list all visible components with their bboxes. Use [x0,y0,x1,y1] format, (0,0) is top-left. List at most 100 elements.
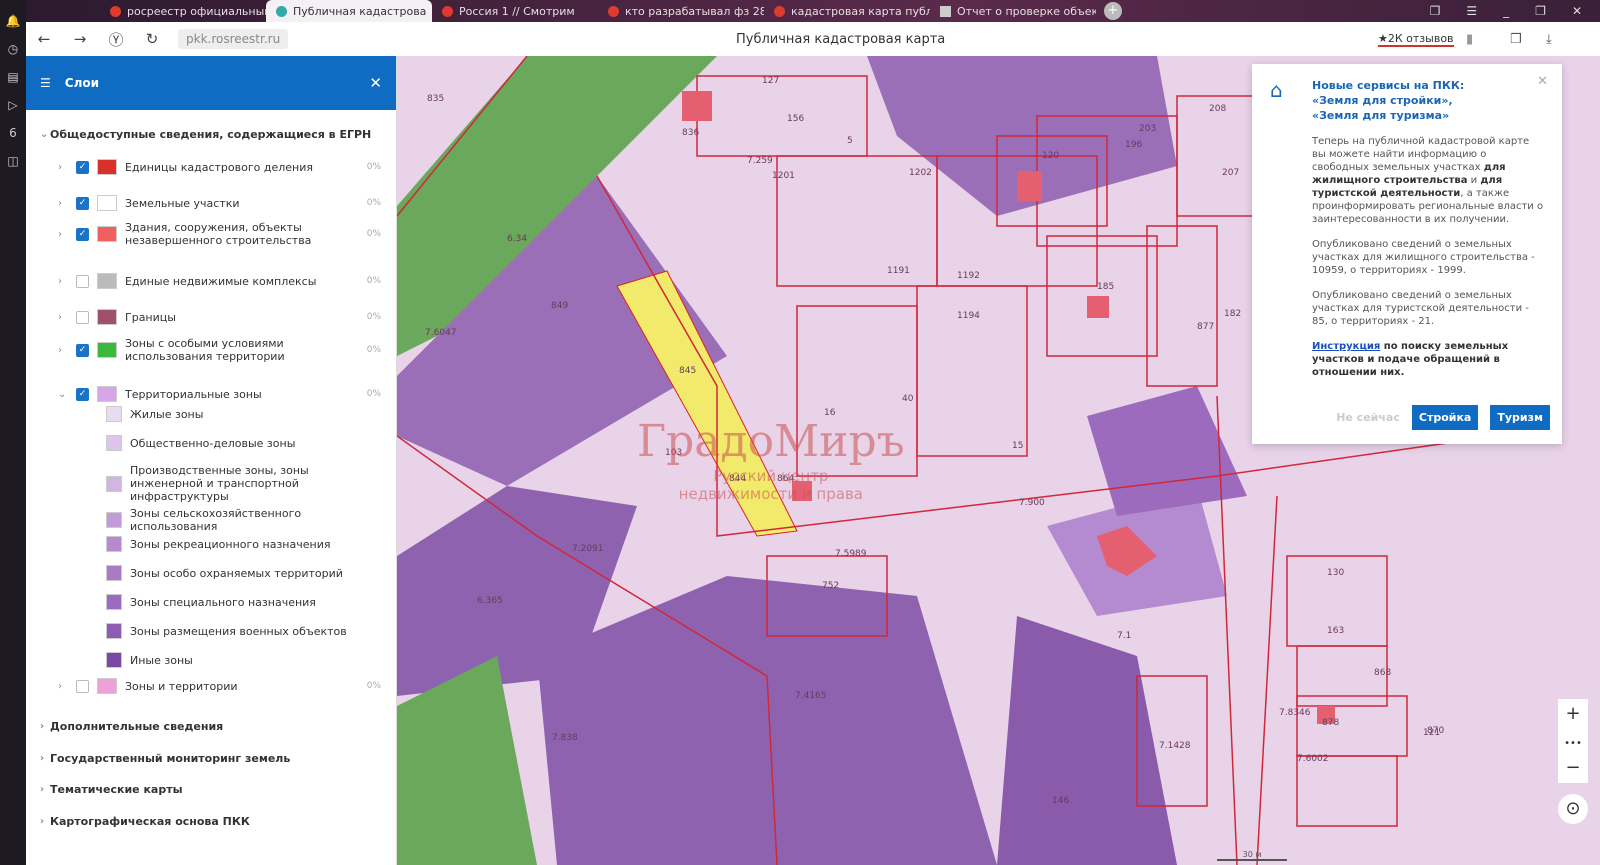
instruction-link[interactable]: Инструкция [1312,341,1380,352]
reload-icon[interactable]: ↻ [134,30,170,48]
checkbox[interactable]: ✓ [76,387,89,401]
compass-icon[interactable]: ⊙ [1558,794,1588,824]
yandex-button-icon[interactable]: Ⓨ [98,29,134,50]
parcel-number[interactable]: 7.5989 [835,549,867,559]
parcel-number[interactable]: 203 [1139,124,1156,134]
back-icon[interactable]: ← [26,30,62,48]
opacity-value[interactable]: 0% [367,345,381,355]
checkbox[interactable] [76,679,89,693]
close-icon[interactable]: ✕ [1537,74,1548,89]
history-icon[interactable]: ◷ [0,42,26,56]
close-window-icon[interactable]: ✕ [1572,4,1582,18]
layer-item[interactable]: › ✓ Земельные участки 0% [26,189,396,217]
tab-active[interactable]: Публичная кадастрова✕ [266,0,432,22]
parcel-number[interactable]: 7.6002 [1297,754,1329,764]
parcel-number[interactable]: 7.838 [552,733,578,743]
opacity-value[interactable]: 0% [367,312,381,322]
checkbox[interactable]: ✓ [76,160,89,174]
download-icon[interactable]: ⤓ [1546,32,1552,47]
parcel-number[interactable]: 1192 [957,271,980,281]
section-egrn[interactable]: ⌄ Общедоступные сведения, содержащиеся в … [26,128,396,141]
bookmark-icon[interactable]: ▮ [1466,32,1473,47]
parcel-number[interactable]: 835 [427,94,444,104]
opacity-value[interactable]: 0% [367,198,381,208]
parcel-number[interactable]: 7.6047 [425,328,457,338]
layer-item[interactable]: › ✓ Зоны с особыми условиями использования… [26,336,396,364]
not-now-button[interactable]: Не сейчас [1336,411,1400,424]
layer-item[interactable]: › ✓ Единицы кадастрового деления 0% [26,153,396,181]
downloads-panel-icon[interactable]: ❒ [1510,32,1522,47]
checkbox[interactable]: ✓ [76,196,89,210]
reviews-link[interactable]: ★2К отзывов [1378,32,1454,47]
parcel-number[interactable]: 130 [1327,568,1344,578]
parcel-number[interactable]: 15 [1012,441,1023,451]
parcel-number[interactable]: 1202 [909,168,932,178]
camera-icon[interactable]: ◫ [0,154,26,168]
section-item[interactable]: › Государственный мониторинг земель [26,752,396,765]
layer-item[interactable]: › ✓ Здания, сооружения, объекты незавершен… [26,220,396,248]
parcel-number[interactable]: 182 [1224,309,1241,319]
parcel-number[interactable]: 5 [847,136,853,146]
parcel-number[interactable]: 146 [1052,796,1069,806]
zoom-in-button[interactable]: + [1558,699,1588,729]
opacity-value[interactable]: 0% [367,229,381,239]
parcel-number[interactable]: 121 [1423,728,1440,738]
parcel-number[interactable]: 752 [822,581,839,591]
parcel-number[interactable]: 1191 [887,266,910,276]
parcel-number[interactable]: 1201 [772,171,795,181]
menu-icon[interactable]: ☰ [1466,4,1477,18]
parcel-number[interactable]: 120 [1042,151,1059,161]
opacity-value[interactable]: 0% [367,162,381,172]
parcel-number[interactable]: 208 [1209,104,1226,114]
parcel-number[interactable]: 127 [762,76,779,86]
section-item[interactable]: › Тематические карты [26,783,396,796]
parcel-number[interactable]: 6.365 [477,596,503,606]
opacity-value[interactable]: 0% [367,389,381,399]
forward-icon[interactable]: → [62,30,98,48]
zoom-out-button[interactable]: − [1558,753,1588,783]
opacity-value[interactable]: 0% [367,276,381,286]
tab[interactable]: кто разрабатывал фз 283 [598,0,764,22]
parcel-number[interactable]: 877 [1197,322,1214,332]
url-field[interactable]: pkk.rosreestr.ru [178,29,289,49]
tab[interactable]: Отчет о проверке объект [930,0,1096,22]
parcel-number[interactable]: 845 [679,366,696,376]
parcel-number[interactable]: 6.34 [507,234,527,244]
collections-icon[interactable]: ❐ [1430,4,1441,18]
layer-zones-territories[interactable]: › Зоны и территории 0% [26,678,396,694]
tab[interactable]: кадастровая карта публи [764,0,930,22]
parcel-number[interactable]: 156 [787,114,804,124]
minimize-icon[interactable]: _ [1503,4,1509,18]
layer-item[interactable]: › Единые недвижимые комплексы 0% [26,267,396,295]
layer-item[interactable]: ⌄ ✓ Территориальные зоны 0% [26,380,396,408]
parcel-number[interactable]: 207 [1222,168,1239,178]
menu-icon[interactable]: ☰ [40,76,51,90]
parcel-number[interactable]: 7.4165 [795,691,827,701]
tourism-button[interactable]: Туризм [1490,405,1550,430]
play-icon[interactable]: ▷ [0,98,26,112]
parcel-number[interactable]: 7.259 [747,156,773,166]
parcel-number[interactable]: 40 [902,394,913,404]
parcel-number[interactable]: 836 [682,128,699,138]
close-icon[interactable]: ✕ [369,74,382,92]
new-tab-button[interactable]: + [1104,2,1122,20]
notes-icon[interactable]: ▤ [0,70,26,84]
build-button[interactable]: Стройка [1411,405,1479,430]
restore-icon[interactable]: ❐ [1535,4,1546,18]
parcel-number[interactable]: 196 [1125,140,1142,150]
bell-icon[interactable]: 🔔 [0,14,26,28]
layer-item[interactable]: › Границы 0% [26,303,396,331]
checkbox[interactable]: ✓ [76,343,89,357]
checkbox[interactable]: ✓ [76,227,89,241]
parcel-number[interactable]: 7.8346 [1279,708,1311,718]
parcel-number[interactable]: 868 [1374,668,1391,678]
parcel-number[interactable]: 7.1 [1117,631,1131,641]
section-item[interactable]: › Дополнительные сведения [26,720,396,733]
parcel-number[interactable]: 163 [1327,626,1344,636]
parcel-number[interactable]: 849 [551,301,568,311]
parcel-number[interactable]: 7.2091 [572,544,604,554]
counter-icon[interactable]: 6 [0,126,26,140]
parcel-number[interactable]: 7.900 [1019,498,1045,508]
parcel-number[interactable]: 7.1428 [1159,741,1191,751]
checkbox[interactable] [76,310,89,324]
